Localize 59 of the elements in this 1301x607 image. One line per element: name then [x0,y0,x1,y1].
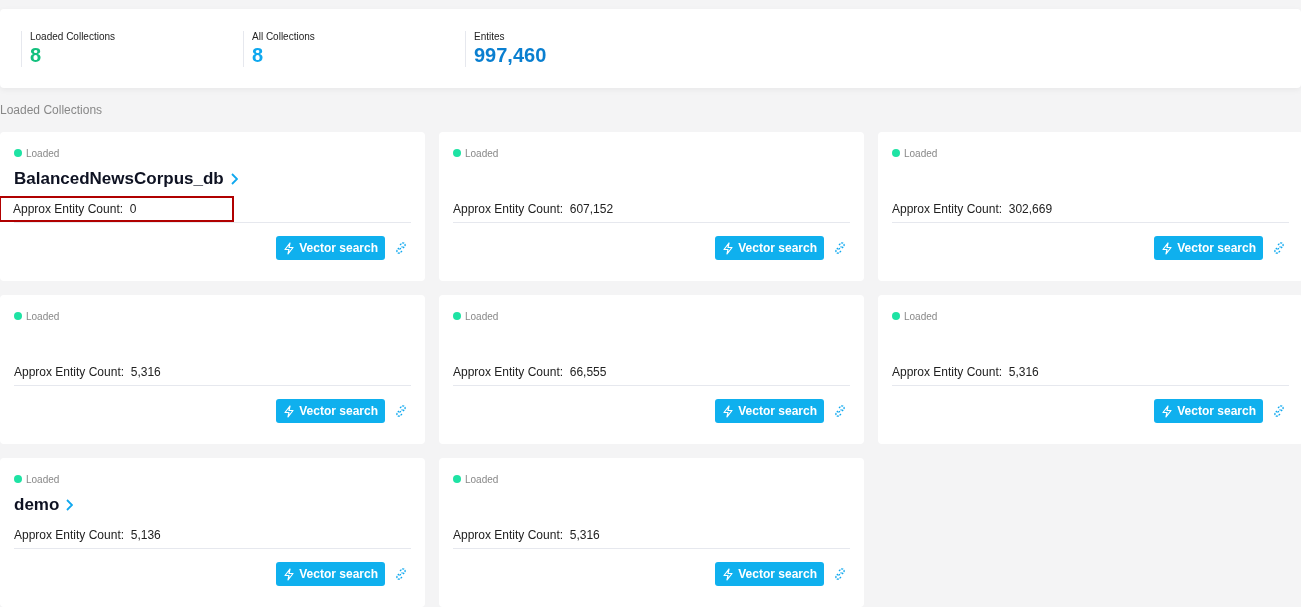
stat-value: 997,460 [474,43,548,67]
collection-name[interactable]: BalancedNewsCorpus_db [14,169,224,189]
lightning-icon [722,404,735,418]
link-icon[interactable] [395,568,407,580]
link-icon[interactable] [834,405,846,417]
status-label: Loaded [26,473,60,485]
entity-count: Approx Entity Count: 607,152 [453,202,614,216]
status-label: Loaded [465,310,499,322]
chevron-right-icon[interactable] [229,173,238,185]
lightning-icon [1161,241,1174,255]
entity-count: Approx Entity Count: 5,316 [453,528,600,542]
entity-count: Approx Entity Count: 66,555 [453,365,607,379]
link-icon[interactable] [1273,405,1285,417]
status-label: Loaded [465,473,499,485]
entity-count: Approx Entity Count: 0 [1,198,233,220]
stat-value: 8 [30,43,43,67]
status-dot [14,149,22,157]
link-icon[interactable] [834,568,846,580]
entity-count: Approx Entity Count: 5,316 [892,365,1039,379]
lightning-icon [722,567,735,581]
status-dot [892,312,900,320]
status-dot [453,475,461,483]
lightning-icon [283,567,296,581]
stat-label: All Collections [252,30,316,42]
status-label: Loaded [904,310,938,322]
vector-search-button[interactable]: Vector search [1154,236,1263,260]
status-dot [14,475,22,483]
lightning-icon [283,404,296,418]
link-icon[interactable] [1273,242,1285,254]
vector-search-button[interactable]: Vector search [1154,399,1263,423]
status-label: Loaded [26,310,60,322]
status-label: Loaded [465,147,499,159]
link-icon[interactable] [834,242,846,254]
stat-label: Entites [474,30,506,42]
stat-label: Loaded Collections [30,30,117,42]
lightning-icon [1161,404,1174,418]
entity-count: Approx Entity Count: 5,316 [14,365,161,379]
link-icon[interactable] [395,242,407,254]
vector-search-button[interactable]: Vector search [715,562,824,586]
status-dot [453,149,461,157]
vector-search-button[interactable]: Vector search [276,562,385,586]
status-dot [453,312,461,320]
collection-name[interactable]: demo [14,495,60,515]
stat-value: 8 [252,43,265,67]
section-title: Loaded Collections [0,103,104,119]
vector-search-button[interactable]: Vector search [276,399,385,423]
status-label: Loaded [26,147,60,159]
entity-count: Approx Entity Count: 302,669 [892,202,1053,216]
status-dot [892,149,900,157]
vector-search-button[interactable]: Vector search [715,399,824,423]
status-label: Loaded [904,147,938,159]
entity-count: Approx Entity Count: 5,136 [14,528,161,542]
lightning-icon [722,241,735,255]
status-dot [14,312,22,320]
vector-search-button[interactable]: Vector search [276,236,385,260]
lightning-icon [283,241,296,255]
link-icon[interactable] [395,405,407,417]
chevron-right-icon[interactable] [65,499,74,511]
vector-search-button[interactable]: Vector search [715,236,824,260]
